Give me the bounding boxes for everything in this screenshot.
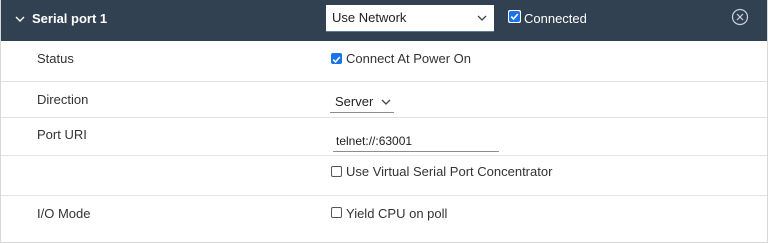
panel-title: Serial port 1 [32,11,108,26]
connect-at-power-on-label: Connect At Power On [346,51,472,66]
io-mode-row: I/O Mode Yield CPU on poll [1,196,767,242]
caret-down-icon [477,15,487,21]
connected-label: Connected [524,11,587,26]
port-uri-label: Port URI [37,127,87,142]
direction-value: Server [335,94,374,109]
direction-row: Direction Server [1,82,767,118]
vspc-label: Use Virtual Serial Port Concentrator [346,164,553,179]
status-row: Status Connect At Power On [1,41,767,82]
serial-port-header[interactable]: Serial port 1 Use Network Connected [1,0,767,41]
direction-select[interactable]: Server [330,91,394,113]
caret-down-icon [381,99,391,105]
direction-label: Direction [37,92,89,107]
chevron-down-icon[interactable] [13,12,27,26]
yield-cpu-label: Yield CPU on poll [346,206,448,221]
status-label: Status [37,51,74,66]
port-uri-row: Port URI [1,118,767,156]
connection-type-value: Use Network [332,10,407,25]
checkmark-icon [332,56,341,64]
close-circle-icon[interactable] [731,8,749,26]
checkmark-icon [510,13,519,21]
yield-cpu-checkbox[interactable] [331,207,342,218]
connection-type-select[interactable]: Use Network [326,5,494,32]
vspc-row: Use Virtual Serial Port Concentrator [1,156,767,196]
connected-checkbox[interactable] [508,10,521,23]
io-mode-label: I/O Mode [37,206,91,221]
connect-at-power-on-checkbox[interactable] [331,53,342,64]
vspc-checkbox[interactable] [331,166,342,177]
serial-port-panel: Serial port 1 Use Network Connected Stat… [0,0,768,243]
port-uri-input[interactable] [333,130,499,152]
